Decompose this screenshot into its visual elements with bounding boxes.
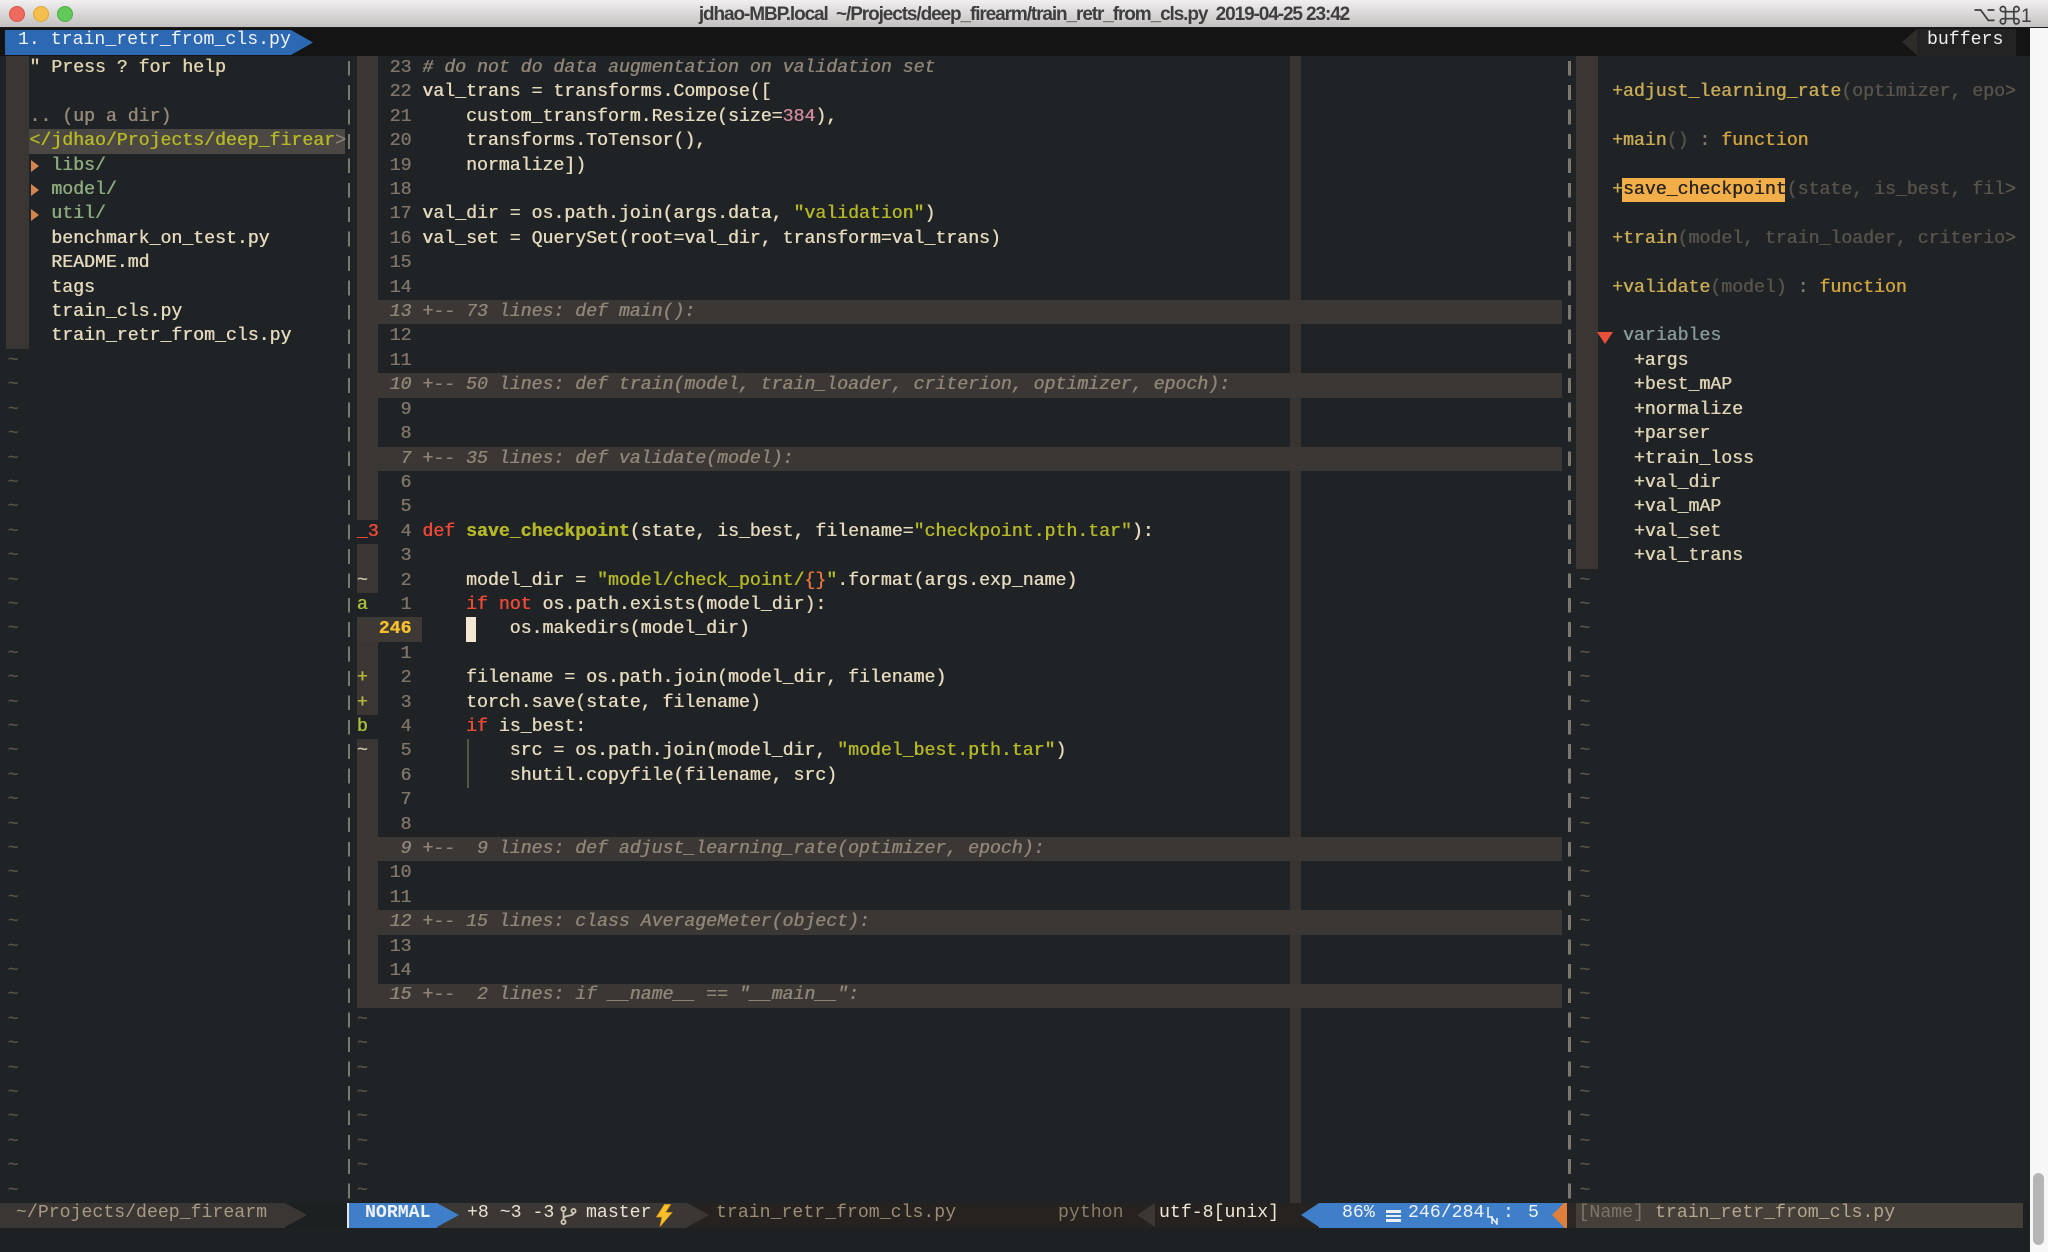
svg-text:1: 1	[2021, 6, 2032, 27]
